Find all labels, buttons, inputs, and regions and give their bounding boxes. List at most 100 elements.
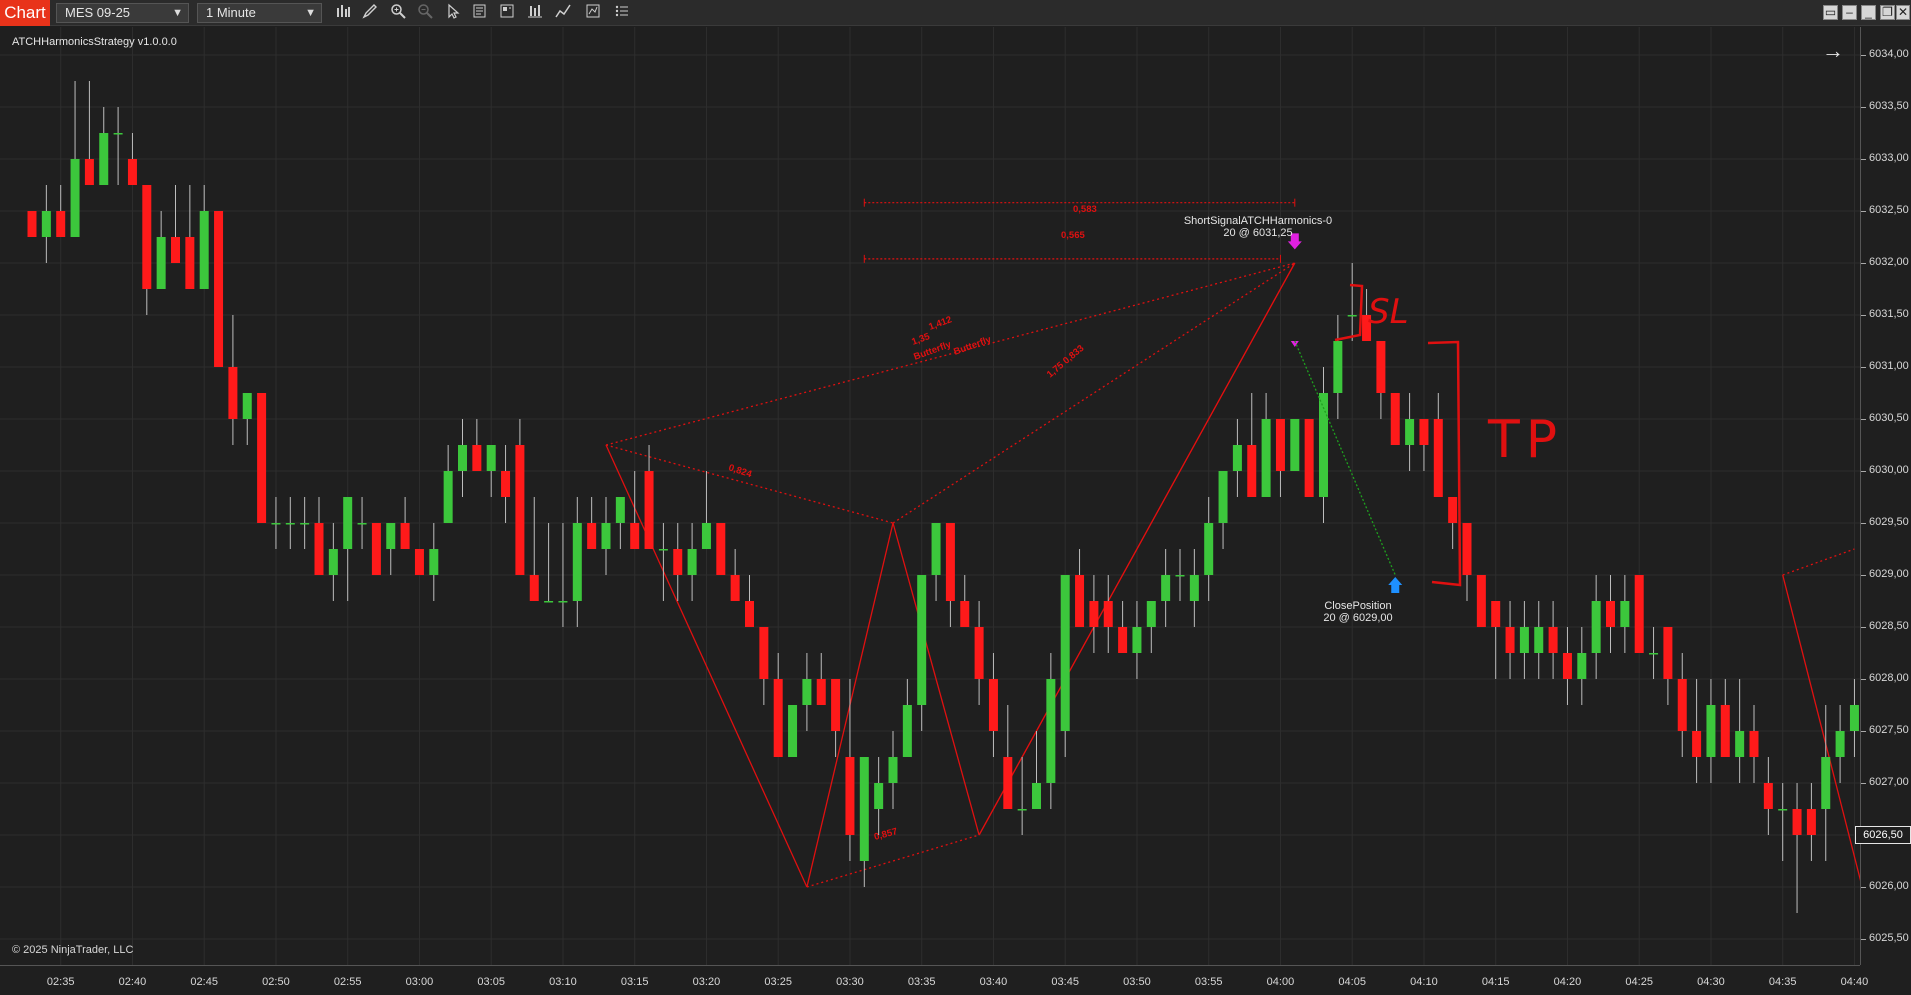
candle-body	[644, 471, 654, 549]
candle-body	[1060, 575, 1070, 731]
short-signal-name: ShortSignalATCHHarmonics-0	[1183, 215, 1333, 227]
candle-body	[1548, 627, 1558, 653]
price-tick-mark	[1861, 367, 1866, 368]
candle-body	[1577, 653, 1587, 679]
price-tick-mark	[1861, 731, 1866, 732]
candle-body	[84, 159, 94, 185]
candle-body	[701, 523, 711, 549]
candle-body	[343, 497, 353, 549]
price-tick-label: 6033,00	[1869, 152, 1909, 164]
interval-selector[interactable]: 1 Minute ▼	[197, 3, 322, 23]
price-tick-mark	[1861, 471, 1866, 472]
draw-pencil-icon[interactable]	[360, 3, 380, 23]
price-tick-label: 6026,00	[1869, 880, 1909, 892]
candle-body	[1204, 523, 1214, 575]
harmonic-pattern-line	[605, 262, 1295, 446]
strategies-icon[interactable]	[553, 3, 573, 23]
price-tick-mark	[1861, 55, 1866, 56]
candle-body	[1792, 809, 1802, 835]
copyright-label: © 2025 NinjaTrader, LLC	[12, 944, 134, 956]
time-axis[interactable]: 02:35 02:40 02:45 02:50 02:55 03:00 03:05 03:10…	[0, 965, 1868, 995]
candle-body	[257, 393, 267, 523]
minimize-window-icon[interactable]: _	[1861, 5, 1876, 20]
close-icon[interactable]: ✕	[1896, 5, 1910, 20]
properties-icon[interactable]	[470, 3, 490, 23]
minimize-icon[interactable]: –	[1842, 5, 1857, 20]
candle-body	[1261, 419, 1271, 497]
candle-body	[1247, 445, 1257, 497]
bar-type-icon[interactable]	[333, 3, 353, 23]
candle-body	[1089, 601, 1099, 627]
indicators-icon[interactable]	[525, 3, 545, 23]
restore-window-icon[interactable]: ❐	[1880, 5, 1895, 20]
price-tick-label: 6032,00	[1869, 256, 1909, 268]
chart-tab[interactable]: Chart	[0, 0, 50, 26]
candle-body	[1534, 627, 1544, 653]
time-tick-label: 04:40	[1840, 976, 1869, 988]
time-tick-label: 02:45	[190, 976, 218, 988]
candle-body	[501, 471, 511, 497]
price-tick-mark	[1861, 107, 1866, 108]
price-tick-label: 6031,50	[1869, 308, 1909, 320]
candle-body	[156, 237, 166, 289]
templates-icon[interactable]	[497, 3, 517, 23]
candle-body	[1032, 783, 1041, 809]
zoom-out-icon[interactable]	[415, 3, 435, 23]
candle-body	[773, 679, 783, 757]
price-tick-mark	[1861, 263, 1866, 264]
candle-body	[902, 705, 912, 757]
time-tick-label: 03:35	[907, 976, 936, 988]
candle-body	[1175, 575, 1185, 577]
price-tick-mark	[1861, 419, 1866, 420]
candle-body	[529, 575, 539, 601]
price-tick-label: 6030,00	[1869, 464, 1909, 476]
harmonic-pattern-line	[1782, 548, 1855, 576]
candle-body	[1620, 601, 1630, 627]
candle-body	[874, 783, 884, 809]
candle-body	[1519, 627, 1529, 653]
price-tick-mark	[1861, 159, 1866, 160]
list-icon[interactable]	[612, 3, 632, 23]
candle-body	[1749, 731, 1759, 757]
chart-plot-area[interactable]: 0,5830,5651,4121,35 ButterflyButterfly 1,7…	[0, 27, 1860, 965]
time-tick-label: 03:55	[1194, 976, 1223, 988]
candle-body	[1505, 627, 1515, 653]
time-tick-label: 04:30	[1697, 976, 1725, 988]
chevron-down-icon: ▼	[172, 7, 183, 19]
time-tick-label: 03:50	[1123, 976, 1151, 988]
data-box-icon[interactable]	[583, 3, 603, 23]
candle-body	[515, 445, 525, 575]
take-profit-bracket	[1427, 340, 1462, 587]
candle-body	[1448, 497, 1458, 523]
time-tick-label: 04:20	[1553, 976, 1582, 988]
pointer-icon[interactable]	[443, 3, 463, 23]
candle-body	[472, 445, 482, 471]
instrument-label: MES 09-25	[65, 5, 131, 20]
candle-body	[831, 679, 841, 731]
tile-window-icon[interactable]: ▭	[1823, 5, 1838, 20]
price-axis[interactable]: 6034,00 6033,50 6033,00 6032,50 6032,00 6031,…	[1860, 27, 1911, 965]
candle-body	[1132, 627, 1142, 653]
time-tick-label: 04:10	[1410, 976, 1438, 988]
price-tick-mark	[1861, 523, 1866, 524]
candle-body	[931, 523, 941, 575]
candle-body	[41, 211, 51, 237]
instrument-selector[interactable]: MES 09-25 ▼	[56, 3, 189, 23]
time-tick-label: 03:40	[979, 976, 1008, 988]
harmonic-pattern-line	[892, 262, 1296, 524]
candle-body	[1835, 731, 1845, 757]
zoom-in-icon[interactable]	[388, 3, 408, 23]
candle-body	[285, 523, 295, 525]
candle-body	[1849, 705, 1859, 731]
candle-body	[1735, 731, 1745, 757]
stop-loss-bracket	[1334, 283, 1364, 342]
candle-body	[1376, 341, 1386, 393]
candle-body	[1189, 575, 1199, 601]
interval-label: 1 Minute	[206, 5, 256, 20]
short-signal-detail: 20 @ 6031,25	[1223, 227, 1293, 239]
scroll-right-arrow-icon[interactable]: →	[1822, 38, 1844, 64]
candle-body	[1146, 601, 1156, 627]
candle-body	[1634, 575, 1644, 653]
candle-body	[759, 627, 769, 679]
time-tick-label: 03:20	[692, 976, 721, 988]
